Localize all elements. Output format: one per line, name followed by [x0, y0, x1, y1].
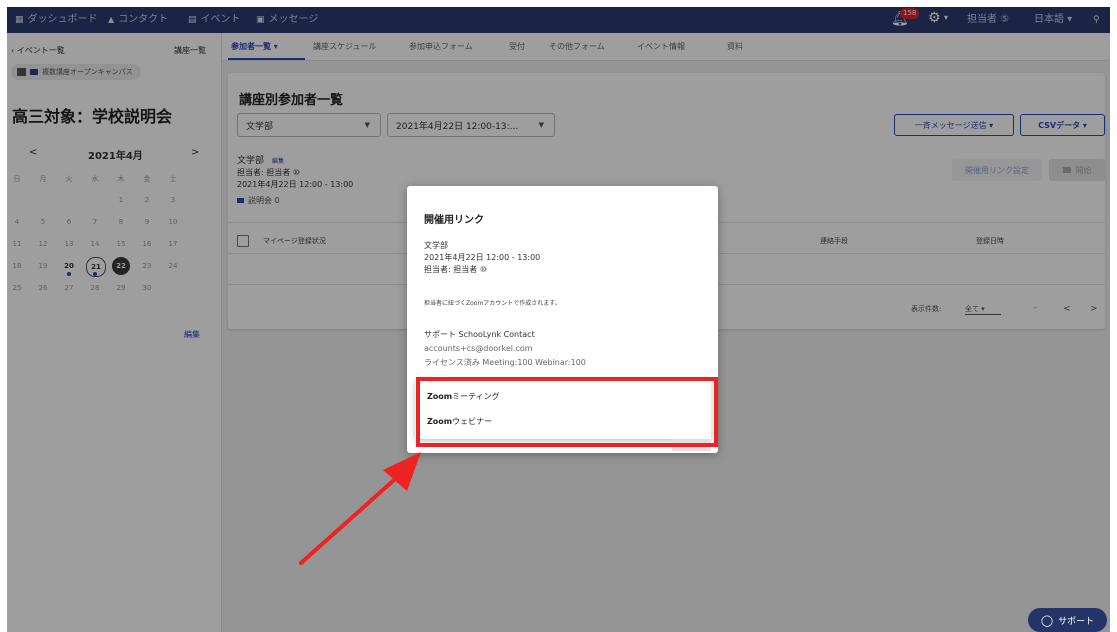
pointer-arrow-annotation	[299, 452, 421, 565]
app-window: ▦ ダッシュボード ▲ コンタクト ▤ イベント ▣ メッセージ 🔔︎ 158 …	[7, 7, 1110, 632]
chat-bubble-icon: ◯	[1040, 613, 1054, 627]
support-chat-button[interactable]: ◯ サポート	[1028, 608, 1107, 632]
support-chat-label: サポート	[1058, 616, 1095, 627]
